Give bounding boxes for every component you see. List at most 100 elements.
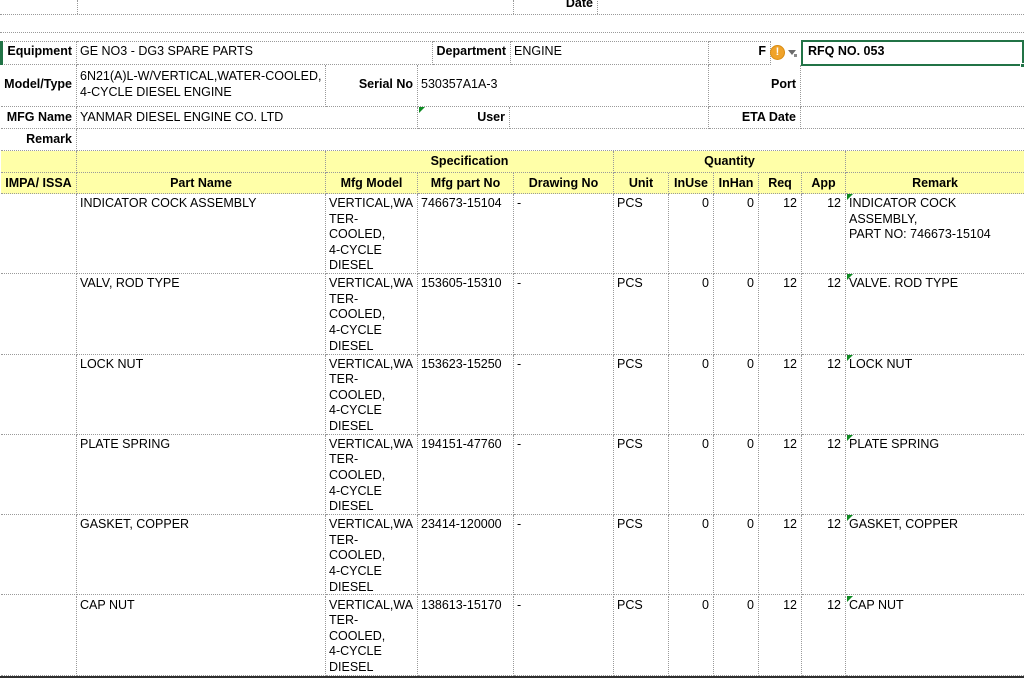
mfg-name-value[interactable]: YANMAR DIESEL ENGINE CO. LTD (77, 107, 418, 129)
cell-in-use[interactable]: 0 (669, 274, 714, 354)
cell-app[interactable]: 12 (802, 435, 846, 515)
cell-remark[interactable]: GASKET, COPPER (846, 515, 1024, 595)
cell-part-name[interactable]: VALV, ROD TYPE (77, 274, 326, 354)
department-value[interactable]: ENGINE (511, 41, 709, 65)
cell-remark[interactable]: CAP NUT (846, 596, 1024, 676)
cell-in-han[interactable]: 0 (714, 194, 759, 274)
cell-in-use[interactable]: 0 (669, 596, 714, 676)
col-header-unit[interactable]: Unit (614, 173, 669, 194)
cell-part-name[interactable]: PLATE SPRING (77, 435, 326, 515)
cell-unit[interactable]: PCS (614, 435, 669, 515)
mfg-name-label: MFG Name (1, 107, 77, 129)
eta-date-value[interactable] (801, 107, 1024, 129)
cell-mfg-model[interactable]: VERTICAL,WA TER-COOLED, 4-CYCLE DIESEL E… (326, 355, 418, 435)
warning-exclamation-icon[interactable]: ! (770, 45, 785, 60)
cell-part-name[interactable]: LOCK NUT (77, 355, 326, 435)
cell-mfg-model[interactable]: VERTICAL,WA TER-COOLED, 4-CYCLE DIESEL E… (326, 596, 418, 676)
equipment-label: Equipment (1, 41, 77, 65)
cell-impa[interactable] (1, 274, 77, 354)
cell-req[interactable]: 12 (759, 596, 802, 676)
col-header-impa-issa[interactable]: IMPA/ ISSA (1, 173, 77, 194)
comment-indicator-icon (847, 435, 853, 441)
fill-handle[interactable] (1020, 63, 1024, 68)
cell-drawing-no[interactable]: - (514, 515, 614, 595)
col-header-drawing-no[interactable]: Drawing No (514, 173, 614, 194)
cell-impa[interactable] (1, 435, 77, 515)
cell-app[interactable]: 12 (802, 515, 846, 595)
col-header-mfg-part-no[interactable]: Mfg part No (418, 173, 514, 194)
cell-mfg-part-no[interactable]: 746673-15104 (418, 194, 514, 274)
cell-impa[interactable] (1, 194, 77, 274)
cell-unit[interactable]: PCS (614, 355, 669, 435)
cell-req[interactable]: 12 (759, 515, 802, 595)
cell-in-han[interactable]: 0 (714, 515, 759, 595)
cell-in-han[interactable]: 0 (714, 355, 759, 435)
cell-part-name[interactable]: GASKET, COPPER (77, 515, 326, 595)
col-header-app[interactable]: App (802, 173, 846, 194)
cell-app[interactable]: 12 (802, 194, 846, 274)
col-header-req[interactable]: Req (759, 173, 802, 194)
cell-app[interactable]: 12 (802, 355, 846, 435)
equipment-value[interactable]: GE NO3 - DG3 SPARE PARTS (77, 41, 433, 65)
comment-indicator-icon (847, 515, 853, 521)
cell-req[interactable]: 12 (759, 355, 802, 435)
cell-mfg-part-no[interactable]: 153605-15310 (418, 274, 514, 354)
cell-drawing-no[interactable]: - (514, 355, 614, 435)
cell-drawing-no[interactable]: - (514, 274, 614, 354)
cell-in-han[interactable]: 0 (714, 274, 759, 354)
col-header-mfg-model[interactable]: Mfg Model (326, 173, 418, 194)
model-type-value[interactable]: 6N21(A)L-W/VERTICAL,WATER-COOLED, 4-CYCL… (77, 65, 326, 107)
cell-part-name[interactable]: INDICATOR COCK ASSEMBLY (77, 194, 326, 274)
cell-mfg-model[interactable]: VERTICAL,WA TER-COOLED, 4-CYCLE DIESEL E… (326, 194, 418, 274)
cell-impa[interactable] (1, 355, 77, 435)
comment-indicator-icon (419, 107, 425, 113)
cell-mfg-part-no[interactable]: 194151-47760 (418, 435, 514, 515)
cell-req[interactable]: 12 (759, 274, 802, 354)
cell-mfg-part-no[interactable]: 138613-15170 (418, 596, 514, 676)
group-header-blank-partname (77, 151, 326, 173)
spreadsheet-canvas[interactable]: Date Equipment GE NO3 - DG3 SPARE PARTS … (0, 0, 1024, 678)
cell-unit[interactable]: PCS (614, 515, 669, 595)
cell-unit[interactable]: PCS (614, 274, 669, 354)
cell-in-han[interactable]: 0 (714, 596, 759, 676)
cell-app[interactable]: 12 (802, 596, 846, 676)
serial-no-value[interactable]: 530357A1A-3 (418, 65, 709, 107)
cell-req[interactable]: 12 (759, 435, 802, 515)
cell-part-name[interactable]: CAP NUT (77, 596, 326, 676)
cell-in-use[interactable]: 0 (669, 355, 714, 435)
cell-mfg-model[interactable]: VERTICAL,WA TER-COOLED, 4-CYCLE DIESEL E… (326, 435, 418, 515)
col-header-part-name[interactable]: Part Name (77, 173, 326, 194)
cell-unit[interactable]: PCS (614, 194, 669, 274)
validation-warning-group[interactable]: ! (770, 45, 796, 60)
col-header-inuse[interactable]: InUse (669, 173, 714, 194)
cell-impa[interactable] (1, 596, 77, 676)
comment-indicator-icon (847, 355, 853, 361)
cell-drawing-no[interactable]: - (514, 596, 614, 676)
cell-remark[interactable]: LOCK NUT (846, 355, 1024, 435)
cell-remark[interactable]: VALVE. ROD TYPE (846, 274, 1024, 354)
cell-in-han[interactable]: 0 (714, 435, 759, 515)
cell-drawing-no[interactable]: - (514, 194, 614, 274)
header-remark-value[interactable] (77, 129, 1024, 151)
model-type-label: Model/Type (1, 65, 77, 107)
cell-in-use[interactable]: 0 (669, 435, 714, 515)
cell-drawing-no[interactable]: - (514, 435, 614, 515)
port-value[interactable] (801, 65, 1024, 107)
cell-remark[interactable]: INDICATOR COCK ASSEMBLY, PART NO: 746673… (846, 194, 1024, 274)
cell-mfg-model[interactable]: VERTICAL,WA TER-COOLED, 4-CYCLE DIESEL E… (326, 515, 418, 595)
cell-app[interactable]: 12 (802, 274, 846, 354)
col-header-remark[interactable]: Remark (846, 173, 1024, 194)
user-label: User (418, 107, 510, 129)
col-header-inhan[interactable]: InHan (714, 173, 759, 194)
rfq-no-value[interactable]: RFQ NO. 053 (803, 41, 1024, 65)
cell-mfg-part-no[interactable]: 153623-15250 (418, 355, 514, 435)
cell-mfg-model[interactable]: VERTICAL,WA TER-COOLED, 4-CYCLE DIESEL E… (326, 274, 418, 354)
user-value[interactable] (510, 107, 709, 129)
cell-impa[interactable] (1, 515, 77, 595)
cell-req[interactable]: 12 (759, 194, 802, 274)
cell-in-use[interactable]: 0 (669, 194, 714, 274)
cell-unit[interactable]: PCS (614, 596, 669, 676)
cell-remark[interactable]: PLATE SPRING (846, 435, 1024, 515)
cell-mfg-part-no[interactable]: 23414-120000 (418, 515, 514, 595)
cell-in-use[interactable]: 0 (669, 515, 714, 595)
